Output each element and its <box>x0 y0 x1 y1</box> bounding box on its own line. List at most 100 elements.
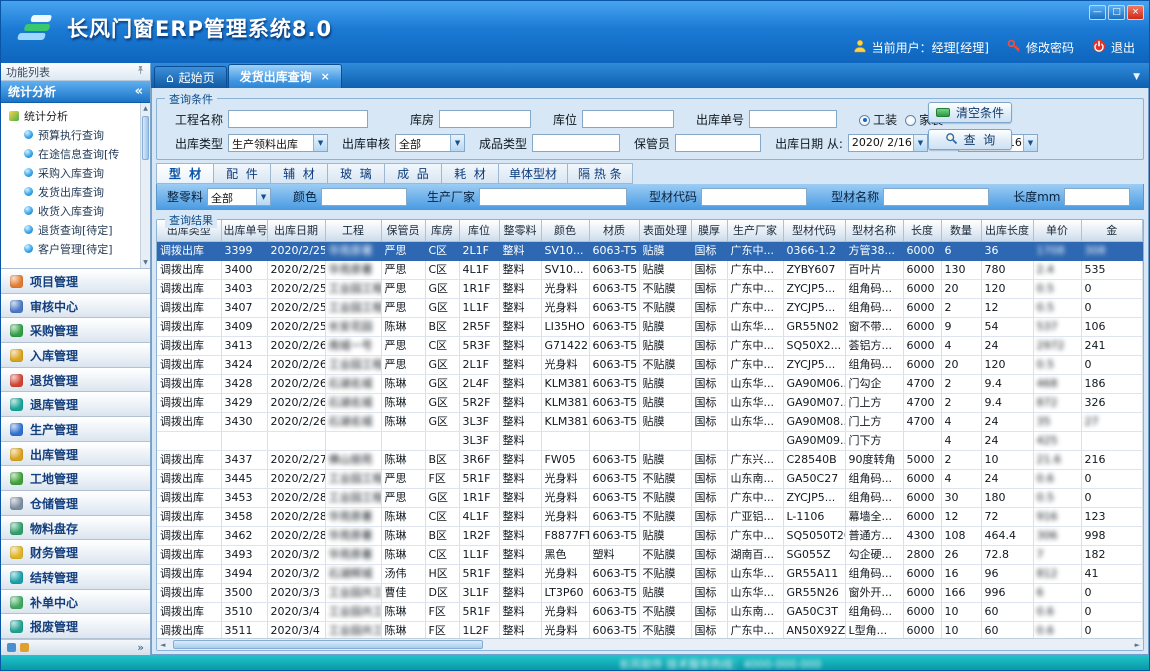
column-header[interactable]: 长度 <box>903 220 941 241</box>
sidebar-section[interactable]: 审核中心 <box>1 294 150 319</box>
table-row[interactable]: 调拨出库34532020/2/28工业园工程严思G区1R1F整料光身料6063-… <box>157 488 1143 507</box>
column-header[interactable]: 数量 <box>941 220 981 241</box>
column-header[interactable]: 金 <box>1081 220 1143 241</box>
sidebar-section[interactable]: 财务管理 <box>1 540 150 565</box>
sidebar-section[interactable]: 出库管理 <box>1 442 150 467</box>
table-row[interactable]: 调拨出库34932020/3/2华苑原著陈琳C区1L1F整料黑色塑料不贴膜国标湖… <box>157 545 1143 564</box>
scroll-down-icon[interactable]: ▼ <box>143 259 148 266</box>
table-row[interactable]: 调拨出库34622020/2/28华苑原著陈琳B区1R2F整料F8877FT60… <box>157 526 1143 545</box>
scroll-left-icon[interactable]: ◄ <box>160 641 165 649</box>
column-header[interactable]: 膜厚 <box>691 220 727 241</box>
column-header[interactable]: 出库长度 <box>981 220 1033 241</box>
column-header[interactable]: 颜色 <box>541 220 589 241</box>
color-input[interactable] <box>321 188 407 206</box>
manufacturer-input[interactable] <box>479 188 627 206</box>
date-from-picker[interactable]: 2020/ 2/16▼ <box>848 134 928 152</box>
column-header[interactable]: 库位 <box>459 220 499 241</box>
clear-conditions-button[interactable]: 清空条件 <box>928 102 1012 123</box>
column-header[interactable]: 表面处理 <box>639 220 691 241</box>
tree-scroll-thumb[interactable] <box>142 116 149 160</box>
warehouse-input[interactable] <box>439 110 531 128</box>
chevron-down-icon[interactable]: ▼ <box>1023 135 1037 151</box>
profile-name-input[interactable] <box>883 188 989 206</box>
tree-item[interactable]: 客户管理[待定] <box>1 239 139 258</box>
table-row[interactable]: 调拨出库34002020/2/25华苑原著严思C区4L1F整料SV10...60… <box>157 260 1143 279</box>
material-tab[interactable]: 辅 材 <box>270 163 327 184</box>
sidebar-section[interactable]: 工地管理 <box>1 466 150 491</box>
tree-item[interactable]: 退货查询[待定] <box>1 220 139 239</box>
column-header[interactable]: 工程 <box>325 220 381 241</box>
whole-piece-select[interactable]: 全部▼ <box>207 188 271 206</box>
sidebar-section[interactable]: 项目管理 <box>1 269 150 294</box>
scroll-up-icon[interactable]: ▲ <box>143 105 148 112</box>
table-row[interactable]: 调拨出库33992020/2/25华苑原著严思C区2L1F整料SV10...60… <box>157 241 1143 260</box>
sidebar-section[interactable]: 报废管理 <box>1 614 150 639</box>
column-header[interactable]: 单价 <box>1033 220 1081 241</box>
table-row[interactable]: 3L3F整料GA90M09...门下方424425 <box>157 431 1143 450</box>
table-row[interactable]: 调拨出库35112020/3/4工业园共工程陈琳F区1L2F整料光身料6063-… <box>157 621 1143 638</box>
sidebar-section[interactable]: 物料盘存 <box>1 516 150 541</box>
radio-gongzhuang-icon[interactable] <box>859 115 870 126</box>
sidebar-section[interactable]: 仓储管理 <box>1 491 150 516</box>
sidebar-section[interactable]: 退库管理 <box>1 392 150 417</box>
location-input[interactable] <box>582 110 674 128</box>
table-row[interactable]: 调拨出库34032020/2/25工业园工程严思G区1R1F整料光身料6063-… <box>157 279 1143 298</box>
table-row[interactable]: 调拨出库35002020/3/3工业园共工程曹佳D区3L1F整料LT3P6060… <box>157 583 1143 602</box>
horizontal-scrollbar[interactable]: ◄ ► <box>157 638 1143 650</box>
material-tab[interactable]: 型 材 <box>156 163 213 184</box>
product-type-input[interactable] <box>532 134 620 152</box>
column-header[interactable]: 型材代码 <box>783 220 845 241</box>
table-row[interactable]: 调拨出库34582020/2/28华苑原著陈琳C区4L1F整料光身料6063-T… <box>157 507 1143 526</box>
logout-button[interactable]: 退出 <box>1092 39 1135 56</box>
chevron-down-icon[interactable]: ▼ <box>313 135 327 151</box>
tree-root[interactable]: 统计分析 <box>1 106 139 125</box>
order-no-input[interactable] <box>749 110 837 128</box>
tab-list-dropdown-icon[interactable]: ▼ <box>1133 72 1140 82</box>
material-tab[interactable]: 成 品 <box>384 163 441 184</box>
more-icon[interactable]: » <box>137 641 144 654</box>
tab-shipping-outbound-query[interactable]: 发货出库查询 × <box>228 64 342 88</box>
material-tab[interactable]: 耗 材 <box>441 163 498 184</box>
table-row[interactable]: 调拨出库34282020/2/26石湖名城陈琳G区2L4F整料KLM381760… <box>157 374 1143 393</box>
sidebar-section[interactable]: 采购管理 <box>1 318 150 343</box>
chevron-down-icon[interactable]: ▼ <box>450 135 464 151</box>
minimize-button[interactable]: — <box>1089 5 1106 20</box>
material-tab[interactable]: 隔 热 条 <box>567 163 633 184</box>
sidebar-section[interactable]: 生产管理 <box>1 417 150 442</box>
column-header[interactable]: 型材名称 <box>845 220 903 241</box>
radio-jiazhuang-icon[interactable] <box>905 115 916 126</box>
hscroll-thumb[interactable] <box>173 640 483 649</box>
table-row[interactable]: 调拨出库34292020/2/26石湖名城陈琳G区5R2F整料KLM381760… <box>157 393 1143 412</box>
outbound-audit-select[interactable]: 全部▼ <box>395 134 465 152</box>
project-name-input[interactable] <box>228 110 368 128</box>
keeper-input[interactable] <box>675 134 761 152</box>
pin-icon[interactable] <box>136 65 145 78</box>
change-password-link[interactable]: 修改密码 <box>1007 39 1074 56</box>
material-tab[interactable]: 玻 璃 <box>327 163 384 184</box>
tree-item[interactable]: 在途信息查询[传 <box>1 144 139 163</box>
table-row[interactable]: 调拨出库34452020/2/27工业园工程严思F区5R1F整料光身料6063-… <box>157 469 1143 488</box>
folder-icon[interactable] <box>20 643 29 652</box>
tab-close-icon[interactable]: × <box>321 70 330 83</box>
chevron-down-icon[interactable]: ▼ <box>913 135 927 151</box>
column-header[interactable]: 生产厂家 <box>727 220 783 241</box>
table-row[interactable]: 调拨出库35102020/3/4工业园共工程陈琳F区5R1F整料光身料6063-… <box>157 602 1143 621</box>
column-header[interactable]: 出库日期 <box>267 220 325 241</box>
column-header[interactable]: 出库单号 <box>221 220 267 241</box>
column-header[interactable]: 整零料 <box>499 220 541 241</box>
column-header[interactable]: 保管员 <box>381 220 425 241</box>
material-tab[interactable]: 单体型材 <box>498 163 567 184</box>
profile-code-input[interactable] <box>701 188 807 206</box>
outbound-type-select[interactable]: 生产领料出库▼ <box>228 134 328 152</box>
table-row[interactable]: 调拨出库34242020/2/26工业园工程严思G区2L1F整料光身料6063-… <box>157 355 1143 374</box>
table-row[interactable]: 调拨出库34132020/2/26南城一号严思C区5R3F整料G71422606… <box>157 336 1143 355</box>
search-button[interactable]: 查 询 <box>928 129 1012 150</box>
sidebar-section[interactable]: 结转管理 <box>1 565 150 590</box>
collapse-icon[interactable]: « <box>135 84 143 99</box>
tree-item[interactable]: 采购入库查询 <box>1 163 139 182</box>
tree-item[interactable]: 预算执行查询 <box>1 125 139 144</box>
length-input[interactable] <box>1064 188 1130 206</box>
close-button[interactable]: × <box>1127 5 1144 20</box>
tree-scrollbar[interactable]: ▲ ▼ <box>140 103 150 268</box>
scroll-right-icon[interactable]: ► <box>1135 641 1140 649</box>
